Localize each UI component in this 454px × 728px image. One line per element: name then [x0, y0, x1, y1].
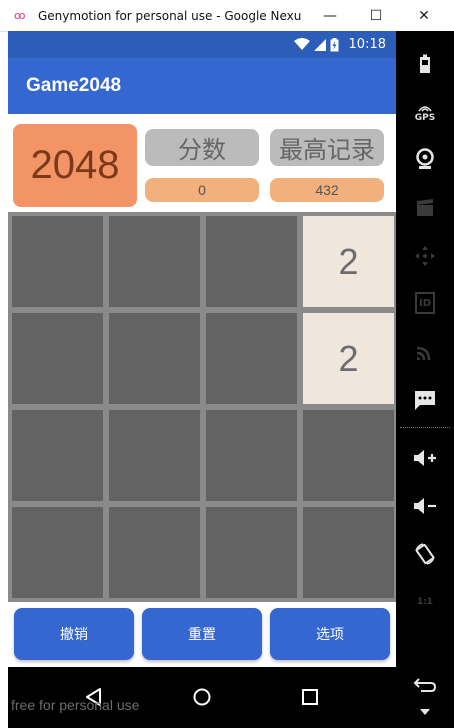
- device-screen: 10:18 Game2048 2048 分数 最高记录 0 432 22 撤销 …: [8, 31, 396, 667]
- window-title: Genymotion for personal use - Google Nex…: [38, 8, 302, 23]
- dpad-icon: [396, 241, 454, 271]
- watermark-text: free for personal use: [11, 697, 140, 713]
- capture-icon: [396, 193, 454, 223]
- game-logo-tile: 2048: [13, 124, 137, 207]
- volume-up-icon[interactable]: [396, 443, 454, 473]
- empty-cell: [303, 507, 394, 598]
- status-bar: 10:18: [8, 31, 396, 58]
- battery-charging-icon: [330, 37, 339, 51]
- webcam-icon[interactable]: [396, 143, 454, 175]
- empty-cell: [109, 507, 200, 598]
- gps-icon[interactable]: GPS: [396, 97, 454, 129]
- empty-cell: [109, 410, 200, 501]
- battery-icon[interactable]: [396, 49, 454, 79]
- empty-cell: [12, 313, 103, 404]
- minimize-button[interactable]: —: [310, 0, 350, 31]
- maximize-button[interactable]: ☐: [356, 0, 396, 31]
- close-button[interactable]: ✕: [404, 0, 444, 31]
- best-score-label: 最高记录: [270, 129, 384, 166]
- best-score-value: 432: [270, 178, 384, 202]
- nav-home-icon[interactable]: [182, 679, 222, 715]
- empty-cell: [303, 410, 394, 501]
- genymotion-toolbar: GPS ID 1:1: [396, 31, 454, 728]
- empty-cell: [206, 216, 297, 307]
- empty-cell: [206, 507, 297, 598]
- empty-cell: [109, 216, 200, 307]
- pixel-perfect-label: 1:1: [416, 597, 434, 607]
- app-bar: Game2048: [8, 58, 396, 114]
- game-board[interactable]: 22: [8, 212, 396, 602]
- device-frame: 10:18 Game2048 2048 分数 最高记录 0 432 22 撤销 …: [8, 31, 454, 728]
- app-title: Game2048: [26, 75, 122, 96]
- score-value: 0: [145, 178, 259, 202]
- rotate-icon[interactable]: [396, 538, 454, 570]
- action-bar: 撤销 重置 选项: [8, 602, 396, 667]
- cast-icon: [396, 337, 454, 367]
- tile: 2: [303, 216, 394, 307]
- menu-icon[interactable]: [396, 705, 454, 719]
- volume-down-icon[interactable]: [396, 491, 454, 521]
- window-titlebar: oo Genymotion for personal use - Google …: [0, 0, 454, 32]
- toolbar-separator: [400, 427, 450, 428]
- tile: 2: [303, 313, 394, 404]
- id-icon: ID: [396, 288, 454, 318]
- message-icon[interactable]: [396, 385, 454, 415]
- empty-cell: [12, 216, 103, 307]
- options-button[interactable]: 选项: [270, 608, 390, 660]
- pixel-perfect-icon: 1:1: [396, 587, 454, 617]
- id-label: ID: [415, 292, 435, 314]
- empty-cell: [206, 410, 297, 501]
- gps-label: GPS: [414, 113, 436, 123]
- empty-cell: [12, 507, 103, 598]
- empty-cell: [109, 313, 200, 404]
- back-icon[interactable]: [396, 669, 454, 699]
- empty-cell: [206, 313, 297, 404]
- reset-button[interactable]: 重置: [142, 608, 262, 660]
- wifi-icon: [293, 38, 310, 50]
- nav-recents-icon[interactable]: [290, 679, 330, 715]
- score-label: 分数: [145, 129, 259, 166]
- signal-icon: [313, 38, 326, 51]
- genymotion-logo-icon: oo: [14, 9, 25, 22]
- undo-button[interactable]: 撤销: [14, 608, 134, 660]
- clock: 10:18: [348, 37, 386, 52]
- empty-cell: [12, 410, 103, 501]
